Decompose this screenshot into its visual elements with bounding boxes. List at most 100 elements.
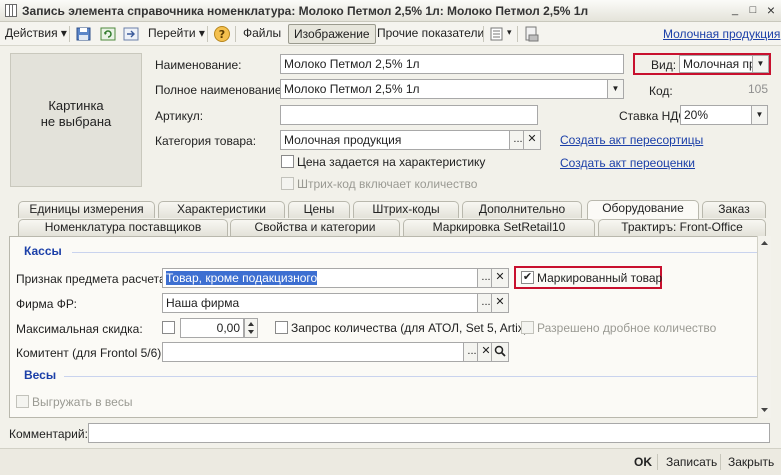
max-discount-stepper[interactable] <box>244 318 258 338</box>
scales-section-line <box>64 376 762 377</box>
full-name-value: Молоко Петмол 2,5% 1л <box>284 82 420 96</box>
toolbar-divider <box>517 26 518 42</box>
chevron-down-icon[interactable]: ▾ <box>507 27 512 38</box>
picture-placeholder-line2: не выбрана <box>40 114 112 129</box>
category-label: Категория товара: <box>155 134 257 148</box>
qty-request-label: Запрос количества (для АТОЛ, Set 5, Arti… <box>291 321 528 335</box>
kind-label: Вид: <box>651 58 677 72</box>
registers-section-title: Кассы <box>24 244 62 258</box>
image-button[interactable]: Изображение <box>288 24 376 44</box>
chevron-down-icon: ▾ <box>198 26 205 40</box>
actions-menu[interactable]: Действия ▾ <box>0 24 72 44</box>
panel-scrollbar[interactable] <box>757 236 771 418</box>
refresh-icon[interactable] <box>99 25 117 43</box>
tab-additional[interactable]: Дополнительно <box>462 201 582 218</box>
code-label: Код: <box>649 84 673 98</box>
firm-input[interactable]: Наша фирма <box>162 293 478 313</box>
registers-section-line <box>72 252 762 253</box>
article-label: Артикул: <box>155 109 204 123</box>
files-button[interactable]: Файлы <box>238 24 286 44</box>
full-name-input[interactable]: Молоко Петмол 2,5% 1л ▼ <box>280 79 624 99</box>
ok-button[interactable]: OK <box>634 455 652 469</box>
vat-dropdown[interactable]: ▼ <box>751 106 767 124</box>
tab-prices[interactable]: Цены <box>288 201 350 218</box>
footer-bar: OK Записать Закрыть <box>0 448 781 475</box>
category-clear-button[interactable]: ✕ <box>523 130 541 150</box>
code-value: 105 <box>747 82 768 96</box>
max-discount-checkbox[interactable] <box>162 321 175 334</box>
full-name-dropdown[interactable]: ▼ <box>607 80 623 98</box>
committent-input[interactable] <box>162 342 464 362</box>
unload-scales-label: Выгружать в весы <box>32 395 133 409</box>
category-input[interactable]: Молочная продукция <box>280 130 510 150</box>
toolbar-divider <box>69 26 70 42</box>
tab-marking-setretail[interactable]: Маркировка SetRetail10 <box>403 219 595 236</box>
tab-units[interactable]: Единицы измерения <box>18 201 155 218</box>
tab-equipment[interactable]: Оборудование <box>587 200 699 219</box>
name-label: Наименование: <box>155 58 242 72</box>
toolbar-divider <box>483 26 484 42</box>
committent-label: Комитент (для Frontol 5/6): <box>16 346 165 360</box>
fractional-qty-label: Разрешено дробное количество <box>537 321 717 335</box>
goto-menu[interactable]: Перейти ▾ <box>143 24 210 44</box>
create-reprice-act-link[interactable]: Создать акт переоценки <box>560 156 695 170</box>
barcode-quantity-label: Штрих-код включает количество <box>297 177 478 191</box>
structure-icon[interactable] <box>489 25 507 43</box>
max-discount-input[interactable]: 0,00 <box>180 318 244 338</box>
close-button[interactable]: Закрыть <box>728 455 774 469</box>
vat-value: 20% <box>684 108 709 122</box>
kind-select[interactable]: Молочная про ▼ <box>679 55 769 73</box>
toolbar-divider <box>207 26 208 42</box>
help-icon: ? <box>219 28 225 41</box>
barcode-quantity-checkbox <box>281 177 294 190</box>
other-indicators-button[interactable]: Прочие показатели <box>372 24 489 44</box>
firm-clear-button[interactable]: ✕ <box>491 293 509 313</box>
calc-subject-value: Товар, кроме подакцизного <box>166 271 318 285</box>
marked-goods-checkbox[interactable]: ✔ <box>521 271 534 284</box>
committent-search-button[interactable] <box>491 342 509 362</box>
price-by-characteristic-checkbox[interactable] <box>281 155 294 168</box>
toolbar: Действия ▾ Перейти ▾ ? Файлы Изображение… <box>0 22 781 46</box>
article-input[interactable] <box>280 105 538 125</box>
window-icon <box>5 4 17 17</box>
create-regrade-act-link[interactable]: Создать акт пересортицы <box>560 133 703 147</box>
chevron-down-icon: ▾ <box>60 26 67 40</box>
picture-placeholder-line1: Картинка <box>48 98 104 113</box>
actions-label: Действия <box>5 26 58 40</box>
price-by-characteristic-label: Цена задается на характеристику <box>297 155 486 169</box>
tab-supplier-nomenclature[interactable]: Номенклатура поставщиков <box>18 219 228 236</box>
toolbar-divider <box>235 26 236 42</box>
tab-traktir-front-office[interactable]: Трактиръ: Front-Office <box>598 219 766 236</box>
tab-order[interactable]: Заказ <box>702 201 766 218</box>
calc-subject-input[interactable]: Товар, кроме подакцизного <box>162 268 478 288</box>
help-button[interactable]: ? <box>213 25 231 43</box>
tab-properties-categories[interactable]: Свойства и категории <box>230 219 400 236</box>
goto-icon <box>122 25 140 43</box>
qty-request-checkbox[interactable] <box>275 321 288 334</box>
marked-goods-label: Маркированный товар <box>537 271 663 285</box>
close-window-button[interactable]: × <box>764 3 778 18</box>
comment-input[interactable] <box>88 423 770 443</box>
footer-divider <box>720 454 721 470</box>
search-icon <box>494 345 506 357</box>
product-picture[interactable]: Картинка не выбрана <box>10 53 142 187</box>
vat-select[interactable]: 20% ▼ <box>680 105 768 125</box>
name-input[interactable]: Молоко Петмол 2,5% 1л <box>280 54 624 74</box>
minimize-button[interactable]: _ <box>728 4 742 18</box>
title-bar: Запись элемента справочника номенклатура… <box>0 0 781 22</box>
goto-label: Перейти <box>148 26 196 40</box>
save-and-close-icon[interactable] <box>75 25 93 43</box>
unload-scales-checkbox <box>16 395 29 408</box>
category-link[interactable]: Молочная продукция <box>663 27 780 41</box>
print-icon[interactable] <box>523 25 541 43</box>
tab-barcodes[interactable]: Штрих-коды <box>353 201 459 218</box>
save-button[interactable]: Записать <box>666 455 717 469</box>
calc-subject-label: Признак предмета расчета: <box>16 272 169 286</box>
kind-value: Молочная про <box>683 57 763 71</box>
tab-characteristics[interactable]: Характеристики <box>158 201 285 218</box>
maximize-button[interactable]: □ <box>746 4 760 18</box>
calc-subject-clear-button[interactable]: ✕ <box>491 268 509 288</box>
kind-dropdown[interactable]: ▼ <box>752 56 768 72</box>
max-discount-label: Максимальная скидка: <box>16 322 143 336</box>
scales-section-title: Весы <box>24 368 57 382</box>
